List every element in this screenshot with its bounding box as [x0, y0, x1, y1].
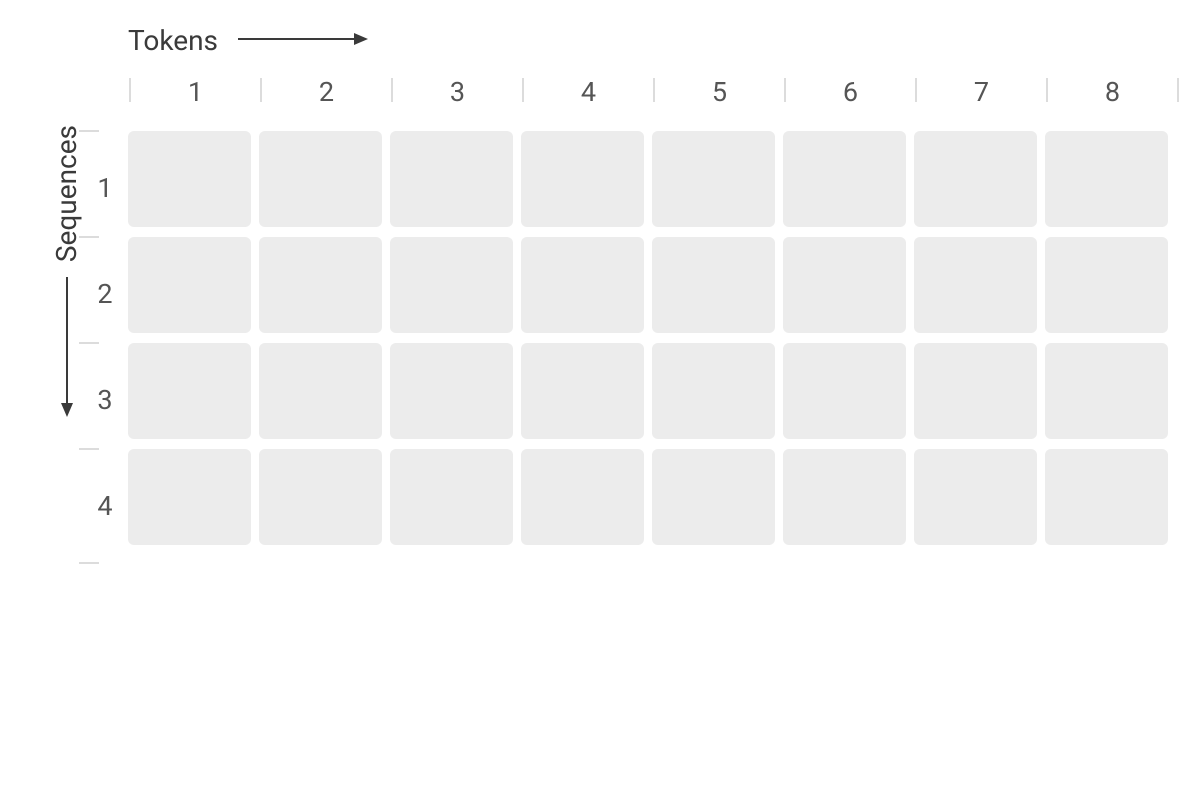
- row-tick: [79, 342, 99, 344]
- column-number: 4: [581, 76, 596, 108]
- grid-cell: [521, 343, 644, 439]
- column-number: 8: [1105, 76, 1120, 108]
- grid-cell: [259, 449, 382, 545]
- column-tick: [915, 78, 917, 102]
- column-header: 4: [523, 76, 654, 108]
- grid-row: [128, 343, 1168, 439]
- grid-cell: [390, 131, 513, 227]
- column-number: 2: [319, 76, 334, 108]
- column-number: 1: [188, 76, 203, 108]
- row-header: 3: [85, 347, 125, 453]
- row-tick: [79, 130, 99, 132]
- grid-cell: [783, 343, 906, 439]
- grid-cell: [521, 131, 644, 227]
- column-header: 7: [916, 76, 1047, 108]
- column-number: 7: [974, 76, 989, 108]
- grid-cell: [521, 449, 644, 545]
- grid-cell: [1045, 343, 1168, 439]
- column-number: 3: [450, 76, 465, 108]
- sequences-axis-label-group: Sequences: [50, 125, 83, 421]
- column-tick: [1046, 78, 1048, 102]
- column-number: 5: [712, 76, 727, 108]
- grid-cell: [390, 343, 513, 439]
- grid-cell: [652, 449, 775, 545]
- grid-cell: [128, 343, 251, 439]
- grid-cell: [390, 237, 513, 333]
- tokens-axis-label-group: Tokens: [128, 24, 368, 57]
- grid-cell: [914, 131, 1037, 227]
- row-headers: 1 2 3 4: [85, 135, 125, 559]
- grid-cell: [128, 131, 251, 227]
- row-tick: [79, 448, 99, 450]
- row-header: 2: [85, 241, 125, 347]
- row-number: 3: [97, 384, 112, 416]
- grid-row: [128, 449, 1168, 545]
- grid-cell: [914, 449, 1037, 545]
- column-tick: [260, 78, 262, 102]
- down-arrow-icon: [59, 277, 75, 421]
- grid-cell: [652, 343, 775, 439]
- column-tick: [129, 78, 131, 102]
- grid-cell: [259, 237, 382, 333]
- column-tick: [653, 78, 655, 102]
- column-tick: [1177, 78, 1179, 102]
- grid-cell: [259, 131, 382, 227]
- cell-grid: [128, 131, 1168, 545]
- grid-cell: [259, 343, 382, 439]
- row-number: 2: [97, 278, 112, 310]
- grid-row: [128, 131, 1168, 227]
- grid-cell: [128, 237, 251, 333]
- column-header: 8: [1047, 76, 1178, 108]
- column-tick: [522, 78, 524, 102]
- column-headers: 1 2 3 4 5 6 7 8: [130, 76, 1178, 108]
- column-number: 6: [843, 76, 858, 108]
- grid-cell: [390, 449, 513, 545]
- sequences-axis-label: Sequences: [50, 125, 83, 262]
- grid-cell: [783, 131, 906, 227]
- grid-cell: [1045, 131, 1168, 227]
- grid-cell: [1045, 449, 1168, 545]
- row-number: 1: [97, 172, 112, 204]
- grid-row: [128, 237, 1168, 333]
- row-tick: [79, 562, 99, 564]
- grid-cell: [914, 237, 1037, 333]
- column-header: 1: [130, 76, 261, 108]
- tokens-axis-label: Tokens: [128, 24, 218, 57]
- grid-cell: [783, 237, 906, 333]
- column-header: 6: [785, 76, 916, 108]
- grid-cell: [783, 449, 906, 545]
- column-header: 5: [654, 76, 785, 108]
- column-tick: [784, 78, 786, 102]
- right-arrow-icon: [238, 31, 368, 51]
- row-header: 1: [85, 135, 125, 241]
- grid-cell: [1045, 237, 1168, 333]
- grid-cell: [652, 237, 775, 333]
- grid-cell: [652, 131, 775, 227]
- column-tick: [391, 78, 393, 102]
- row-header: 4: [85, 453, 125, 559]
- column-header: 2: [261, 76, 392, 108]
- column-header: 3: [392, 76, 523, 108]
- grid-cell: [914, 343, 1037, 439]
- grid-cell: [128, 449, 251, 545]
- row-tick: [79, 236, 99, 238]
- grid-cell: [521, 237, 644, 333]
- row-number: 4: [97, 490, 112, 522]
